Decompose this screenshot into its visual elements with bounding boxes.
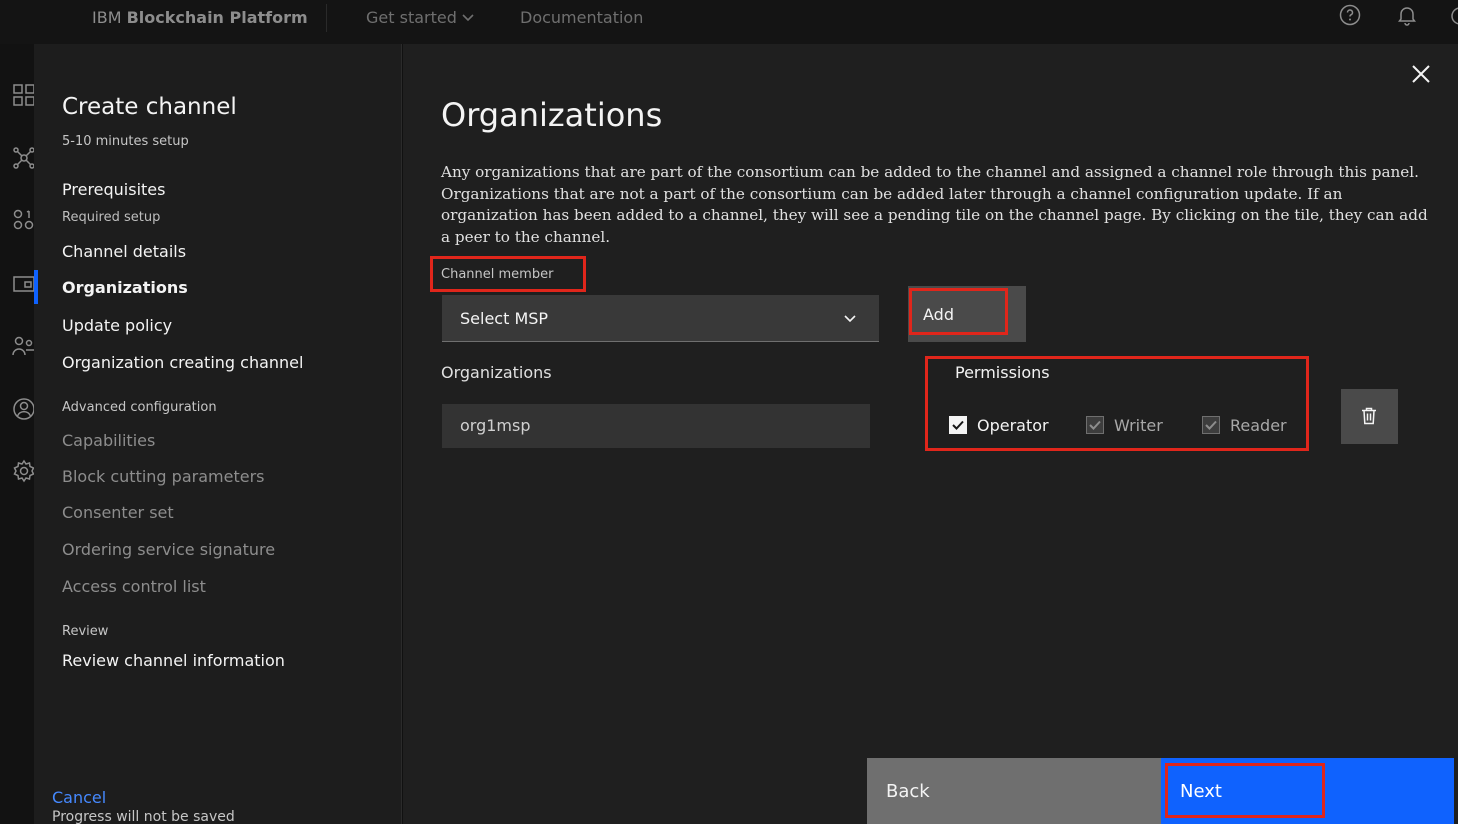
page-title: Organizations bbox=[441, 96, 663, 134]
organizations-icon[interactable] bbox=[12, 208, 36, 232]
review-header: Review bbox=[62, 624, 109, 639]
step-capabilities[interactable]: Capabilities bbox=[62, 431, 155, 450]
wizard-subtitle: 5-10 minutes setup bbox=[62, 134, 189, 149]
brand-title[interactable]: IBM Blockchain Platform bbox=[92, 8, 308, 27]
step-prerequisites[interactable]: Prerequisites bbox=[62, 180, 165, 199]
header-divider bbox=[326, 4, 327, 32]
back-button[interactable]: Back bbox=[867, 758, 1161, 824]
organization-field: org1msp bbox=[442, 404, 870, 448]
wizard-title: Create channel bbox=[62, 94, 237, 120]
organization-value: org1msp bbox=[460, 416, 531, 435]
delete-organization-button[interactable] bbox=[1341, 389, 1398, 444]
wizard-sidebar: Create channel 5-10 minutes setup Prereq… bbox=[34, 44, 402, 824]
nodes-icon[interactable] bbox=[12, 146, 36, 170]
channels-icon[interactable] bbox=[12, 272, 36, 296]
advanced-config-header: Advanced configuration bbox=[62, 400, 217, 415]
step-update-policy[interactable]: Update policy bbox=[62, 316, 172, 335]
close-icon[interactable] bbox=[1409, 62, 1433, 86]
notification-bell-icon[interactable] bbox=[1395, 3, 1419, 27]
chevron-down-icon[interactable] bbox=[460, 10, 476, 26]
trash-icon bbox=[1362, 407, 1376, 425]
highlight-permissions bbox=[925, 356, 1309, 451]
help-icon[interactable] bbox=[1338, 3, 1362, 27]
step-ordering-signature[interactable]: Ordering service signature bbox=[62, 540, 275, 559]
step-organizations[interactable]: Organizations bbox=[62, 278, 188, 297]
settings-icon[interactable] bbox=[12, 459, 36, 483]
step-acl[interactable]: Access control list bbox=[62, 577, 206, 596]
top-bar: IBM Blockchain Platform Get started Docu… bbox=[0, 0, 1458, 44]
account-icon[interactable] bbox=[12, 397, 36, 421]
step-org-creating-channel[interactable]: Organization creating channel bbox=[62, 353, 303, 372]
highlight-add-button bbox=[909, 288, 1008, 335]
step-channel-details[interactable]: Channel details bbox=[62, 242, 186, 261]
highlight-channel-member bbox=[430, 256, 586, 292]
user-avatar-icon[interactable] bbox=[1450, 5, 1458, 27]
cancel-note: Progress will not be saved bbox=[52, 809, 235, 824]
dashboard-icon[interactable] bbox=[12, 83, 36, 107]
step-prerequisites-sub: Required setup bbox=[62, 210, 161, 225]
highlight-next-button bbox=[1165, 763, 1325, 818]
msp-select-value: Select MSP bbox=[460, 309, 549, 328]
step-review-info[interactable]: Review channel information bbox=[62, 651, 285, 670]
nav-get-started[interactable]: Get started bbox=[366, 8, 457, 27]
cancel-link[interactable]: Cancel bbox=[52, 788, 106, 807]
chevron-down-icon bbox=[844, 315, 856, 323]
back-button-label: Back bbox=[886, 781, 930, 802]
active-step-indicator bbox=[34, 270, 38, 304]
step-consenter-set[interactable]: Consenter set bbox=[62, 503, 174, 522]
organizations-label: Organizations bbox=[441, 363, 552, 382]
step-block-cutting[interactable]: Block cutting parameters bbox=[62, 467, 264, 486]
msp-select-dropdown[interactable]: Select MSP bbox=[442, 295, 879, 342]
left-nav-rail bbox=[0, 44, 36, 824]
main-panel: Organizations Any organizations that are… bbox=[403, 44, 1458, 824]
nav-documentation[interactable]: Documentation bbox=[520, 8, 643, 27]
users-icon[interactable] bbox=[12, 334, 36, 358]
description-text: Any organizations that are part of the c… bbox=[441, 163, 1428, 246]
